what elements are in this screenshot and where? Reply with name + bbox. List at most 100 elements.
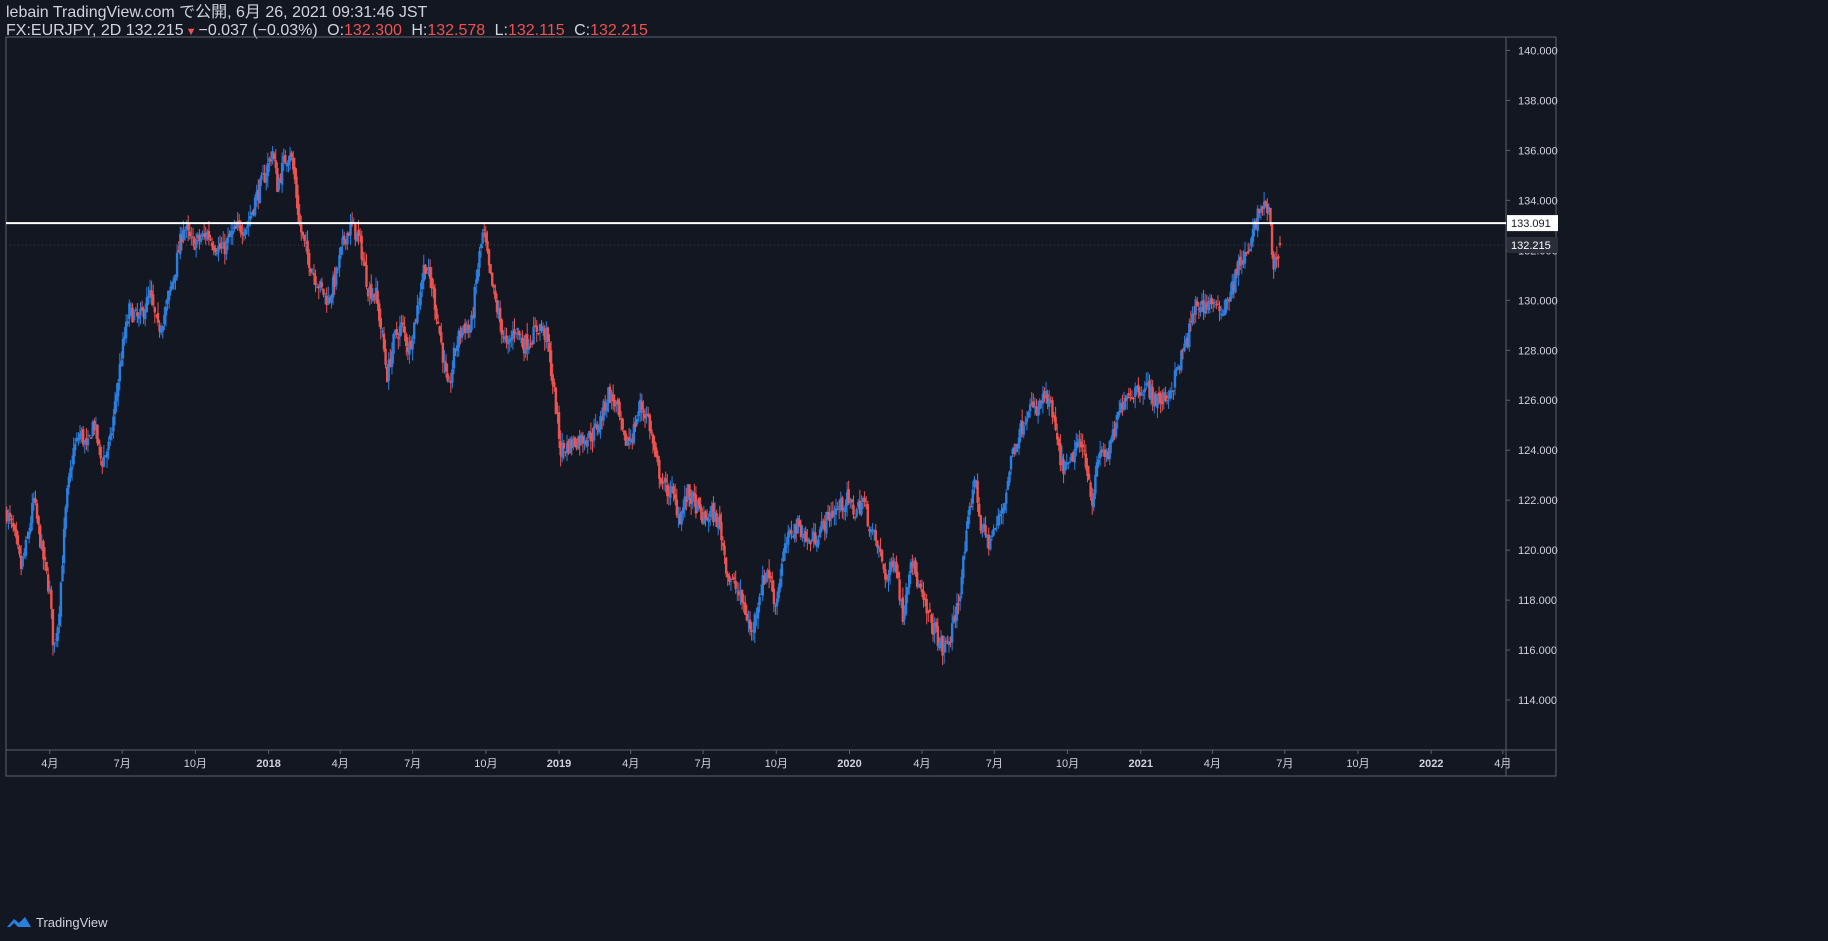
- candle: [1180, 350, 1183, 371]
- candle: [935, 622, 938, 627]
- candle: [621, 418, 624, 430]
- candle: [1277, 256, 1280, 259]
- candle: [163, 314, 166, 325]
- candle: [473, 286, 476, 319]
- candle: [877, 546, 881, 549]
- candle: [1141, 394, 1145, 396]
- candle: [758, 596, 761, 606]
- candle: [500, 319, 503, 335]
- candle: [853, 516, 857, 518]
- candle: [129, 305, 133, 307]
- candle: [777, 587, 780, 599]
- candle: [306, 240, 309, 255]
- candle: [936, 626, 940, 646]
- candle: [753, 614, 757, 633]
- candle: [1005, 492, 1008, 504]
- candle: [126, 321, 129, 324]
- candle: [1081, 444, 1084, 448]
- candle: [648, 414, 651, 432]
- candle: [513, 329, 516, 333]
- candle: [1172, 390, 1175, 392]
- candle: [860, 502, 863, 515]
- candlestick-chart[interactable]: 114.000 116.000 118.000 120.000 122.000 124.0…: [0, 0, 1828, 941]
- candle: [947, 641, 951, 646]
- candle: [721, 542, 725, 546]
- candle: [1075, 442, 1078, 451]
- candle: [592, 426, 596, 441]
- candle: [626, 439, 629, 446]
- candle: [358, 234, 362, 236]
- candle: [1176, 366, 1180, 370]
- candle: [1274, 257, 1277, 270]
- candle: [978, 503, 981, 517]
- y-tick-label: 114.000: [1518, 695, 1557, 707]
- candle: [274, 160, 277, 168]
- candle: [139, 308, 142, 316]
- candle: [965, 530, 968, 552]
- candle: [836, 506, 839, 508]
- candle: [225, 240, 228, 255]
- candle: [640, 401, 644, 410]
- candle: [618, 401, 621, 417]
- candle: [199, 238, 203, 242]
- candle: [398, 326, 402, 337]
- candle: [1143, 388, 1146, 393]
- candle: [790, 530, 793, 534]
- candle: [61, 565, 64, 582]
- candle: [1224, 299, 1228, 313]
- candle: [880, 550, 884, 562]
- candle: [476, 268, 480, 281]
- candle: [110, 432, 114, 436]
- candle: [69, 468, 72, 478]
- candle: [944, 640, 947, 642]
- candle: [968, 506, 971, 515]
- candle: [1188, 323, 1191, 348]
- candle: [419, 291, 422, 306]
- candle: [654, 447, 658, 457]
- candle: [401, 322, 405, 325]
- candle: [300, 224, 303, 233]
- last-price-label: 132.215: [1511, 240, 1551, 252]
- candle: [495, 300, 499, 313]
- tradingview-logo-icon: [7, 917, 31, 927]
- candle: [871, 529, 874, 531]
- candle: [468, 329, 472, 333]
- candle: [53, 642, 56, 644]
- candle: [1008, 471, 1011, 484]
- candle: [45, 561, 48, 572]
- y-tick-label: 140.000: [1518, 45, 1558, 57]
- candle: [327, 297, 330, 305]
- candle: [740, 589, 744, 603]
- candle: [970, 505, 973, 507]
- candle: [492, 285, 495, 288]
- candle: [62, 528, 66, 564]
- candle: [86, 438, 90, 446]
- candle: [841, 497, 844, 511]
- candle: [153, 307, 157, 313]
- candle: [132, 311, 136, 320]
- candle: [226, 236, 230, 243]
- x-tick-label: 7月: [986, 758, 1003, 770]
- candle: [27, 531, 31, 539]
- candle: [1213, 301, 1216, 303]
- candle: [56, 627, 59, 642]
- x-tick-label: 7月: [404, 758, 421, 770]
- candle: [494, 290, 497, 300]
- candle: [433, 288, 437, 310]
- candle: [748, 619, 752, 630]
- candle: [855, 509, 858, 517]
- candle: [67, 476, 71, 488]
- candle: [1127, 393, 1131, 396]
- candle: [981, 529, 984, 534]
- candle: [99, 446, 102, 459]
- candle: [1027, 411, 1030, 418]
- candle: [102, 456, 106, 467]
- candle: [780, 563, 784, 576]
- candle: [1022, 425, 1025, 435]
- candle: [258, 179, 262, 204]
- candle: [906, 587, 909, 595]
- x-tick-label: 4月: [41, 758, 58, 770]
- candle: [70, 466, 74, 470]
- candle: [244, 229, 247, 235]
- candle: [772, 588, 776, 605]
